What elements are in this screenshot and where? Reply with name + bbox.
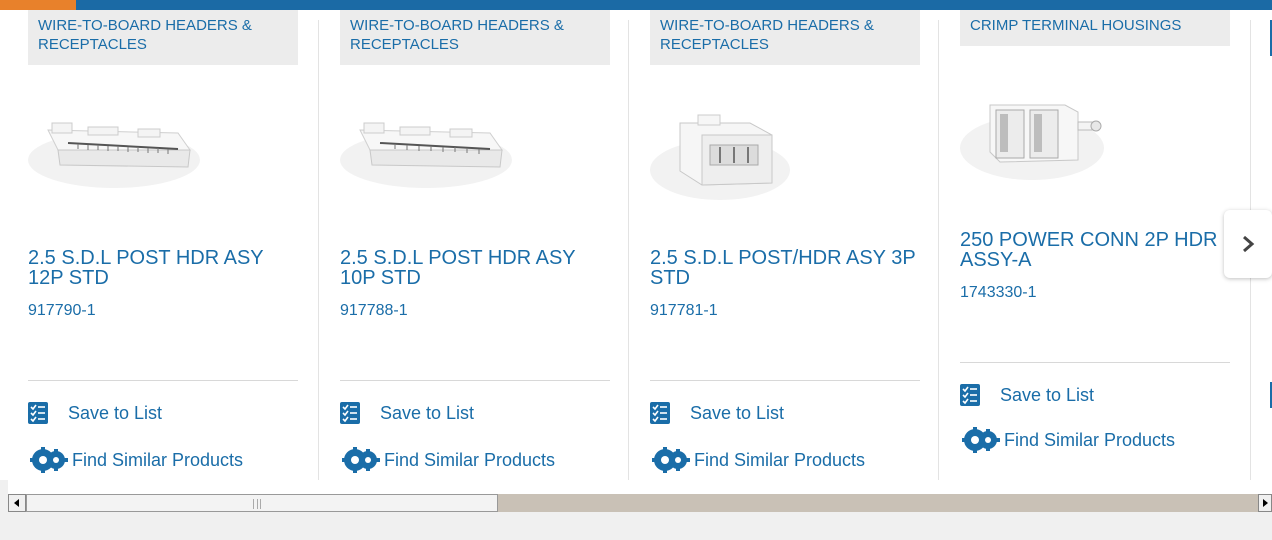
card-divider [938, 20, 939, 480]
find-similar-label: Find Similar Products [1004, 429, 1176, 450]
arrow-left-icon [14, 499, 19, 507]
find-similar-products-button[interactable]: Find Similar Products [340, 446, 555, 474]
product-card: WIRE-TO-BOARD HEADERS & RECEPTACLES 2.5 … [650, 10, 922, 474]
top-accent-segment [0, 0, 76, 10]
save-to-list-label: Save to List [1000, 384, 1095, 405]
card-separator [960, 362, 1230, 363]
bottom-panel [0, 512, 1272, 540]
scrollbar-thumb[interactable] [26, 494, 498, 512]
card-separator [28, 380, 298, 381]
save-to-list-button[interactable]: Save to List [340, 402, 474, 424]
part-number-link[interactable]: 917781-1 [650, 302, 718, 320]
product-image[interactable] [340, 105, 512, 190]
find-similar-products-button[interactable]: Find Similar Products [650, 446, 865, 474]
save-to-list-button[interactable]: Save to List [650, 402, 784, 424]
checklist-icon [960, 384, 980, 406]
product-image[interactable] [28, 105, 200, 190]
find-similar-label: Find Similar Products [384, 449, 556, 470]
checklist-icon [28, 402, 48, 424]
product-category[interactable]: WIRE-TO-BOARD HEADERS & RECEPTACLES [28, 10, 298, 65]
product-category[interactable]: WIRE-TO-BOARD HEADERS & RECEPTACLES [650, 10, 920, 65]
checklist-icon [340, 402, 360, 424]
product-image[interactable] [960, 90, 1110, 190]
card-separator [340, 380, 610, 381]
product-category[interactable]: WIRE-TO-BOARD HEADERS & RECEPTACLES [340, 10, 610, 65]
save-to-list-label: Save to List [68, 402, 163, 423]
carousel-next-button[interactable] [1224, 210, 1272, 278]
gears-icon [342, 447, 380, 473]
card-divider [628, 20, 629, 480]
save-to-list-button[interactable]: Save to List [960, 384, 1094, 406]
card-divider [318, 20, 319, 480]
find-similar-products-button[interactable]: Find Similar Products [28, 446, 243, 474]
gears-icon [30, 447, 68, 473]
part-number-link[interactable]: 1743330-1 [960, 284, 1037, 302]
product-card: WIRE-TO-BOARD HEADERS & RECEPTACLES 2.5 … [340, 10, 612, 474]
save-to-list-button[interactable]: Save to List [28, 402, 162, 424]
page-gutter [0, 480, 8, 512]
product-title-link[interactable]: 2.5 S.D.L POST HDR ASY 12P STD [28, 248, 298, 288]
part-number-link[interactable]: 917788-1 [340, 302, 408, 320]
gears-icon [652, 447, 690, 473]
horizontal-scrollbar[interactable] [8, 494, 1272, 512]
top-brand-bar [0, 0, 1272, 10]
gears-icon [962, 427, 1000, 453]
product-category[interactable]: CRIMP TERMINAL HOUSINGS [960, 10, 1230, 46]
save-to-list-label: Save to List [380, 402, 475, 423]
scroll-left-button[interactable] [8, 494, 26, 512]
product-title-link[interactable]: 250 POWER CONN 2P HDR ASSY-A [960, 230, 1230, 270]
find-similar-label: Find Similar Products [694, 449, 866, 470]
checklist-icon [650, 402, 670, 424]
save-to-list-label: Save to List [690, 402, 785, 423]
product-title-link[interactable]: 2.5 S.D.L POST HDR ASY 10P STD [340, 248, 610, 288]
find-similar-products-button[interactable]: Find Similar Products [960, 426, 1175, 454]
product-card: CRIMP TERMINAL HOUSINGS 250 POWER CONN 2… [960, 10, 1232, 472]
product-carousel: WIRE-TO-BOARD HEADERS & RECEPTACLES 2.5 … [0, 10, 1272, 480]
card-separator [650, 380, 920, 381]
product-title-link[interactable]: 2.5 S.D.L POST/HDR ASY 3P STD [650, 248, 920, 288]
thumb-grip [253, 499, 261, 509]
product-image[interactable] [650, 105, 790, 205]
chevron-right-icon [1243, 235, 1255, 253]
scroll-right-button[interactable] [1258, 494, 1272, 512]
arrow-right-icon [1263, 499, 1268, 507]
part-number-link[interactable]: 917790-1 [28, 302, 96, 320]
product-card: WIRE-TO-BOARD HEADERS & RECEPTACLES 2.5 … [28, 10, 300, 474]
find-similar-label: Find Similar Products [72, 449, 244, 470]
